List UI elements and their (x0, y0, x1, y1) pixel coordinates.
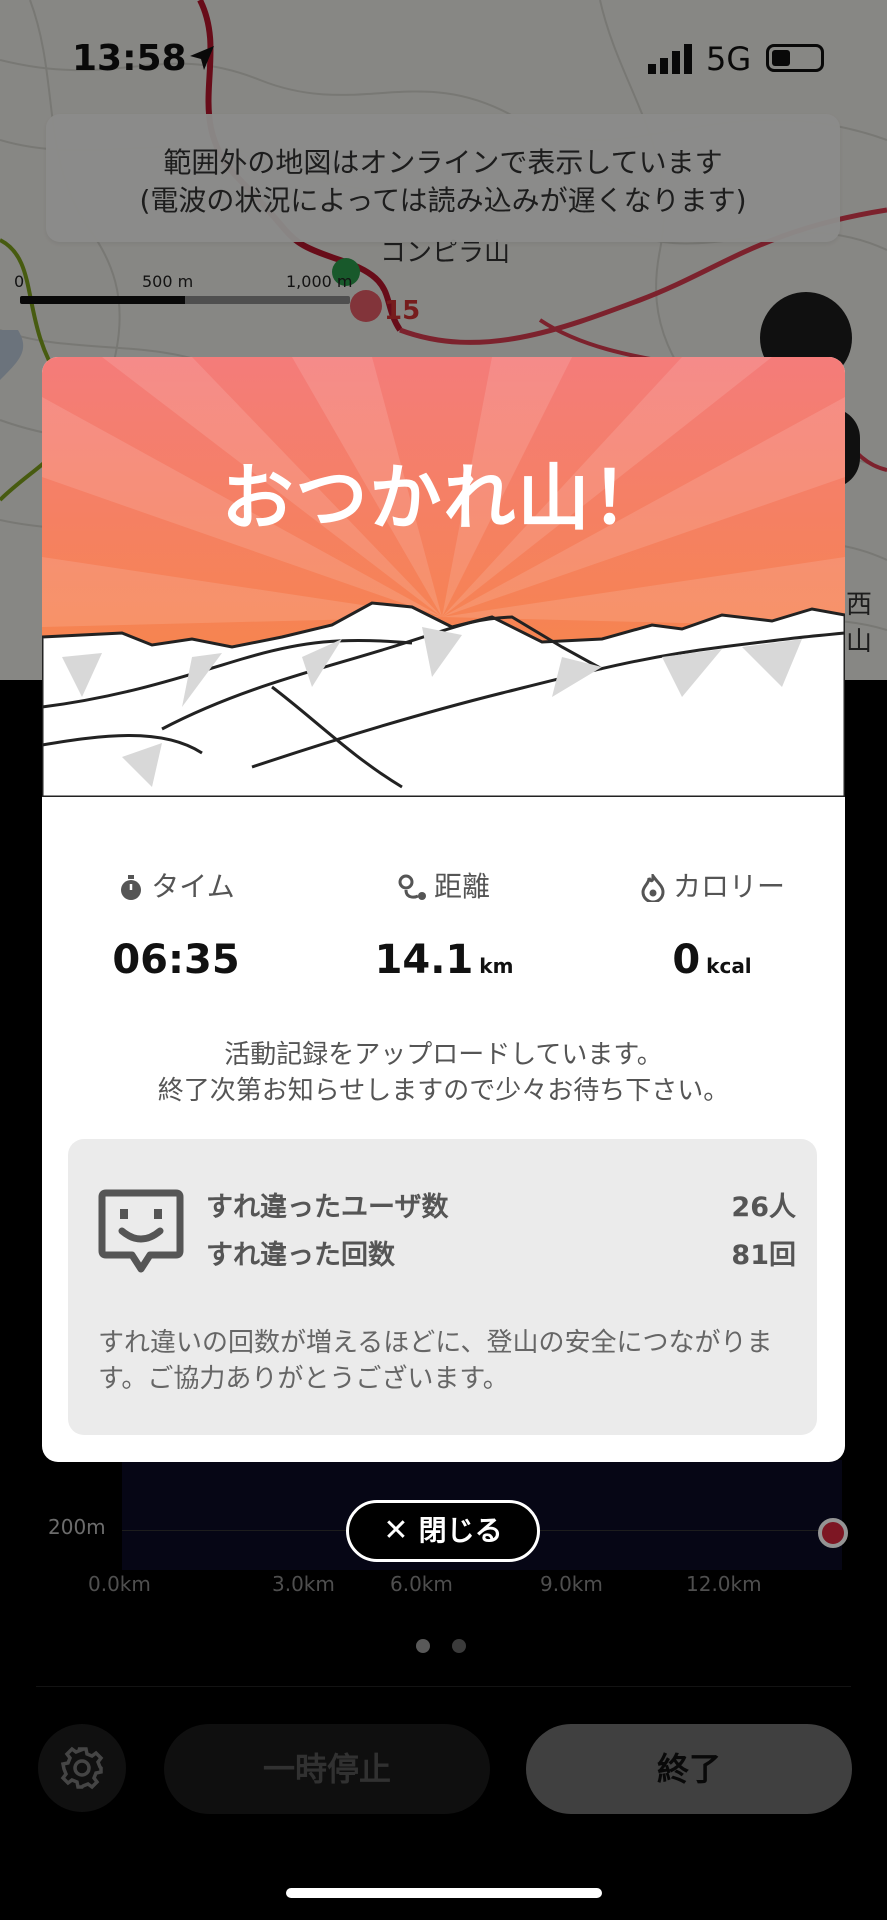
passed-users-value: 26人 (731, 1192, 796, 1223)
passed-count-row: すれ違った回数 81回 (206, 1233, 796, 1272)
stat-distance: 距離 14.1 km (310, 867, 578, 983)
activity-stats: タイム 06:35 距離 14.1 km カロリー 0 kcal (42, 867, 845, 987)
passed-users-label: すれ違ったユーザ数 (206, 1192, 449, 1223)
stat-distance-value: 14.1 (374, 937, 474, 983)
close-button[interactable]: ✕ 閉じる (346, 1500, 540, 1562)
passing-info-box: すれ違ったユーザ数 26人 すれ違った回数 81回 すれ違いの回数が増えるほどに… (68, 1139, 817, 1435)
mountain-sunrise-illustration (42, 357, 845, 797)
upload-line-1: 活動記録をアップロードしています。 (224, 1040, 663, 1070)
stat-time: タイム 06:35 (42, 867, 310, 983)
stat-distance-unit: km (479, 954, 514, 978)
route-pin-icon (398, 874, 426, 900)
passed-count-value: 81回 (731, 1240, 796, 1271)
stat-time-value: 06:35 (112, 937, 240, 983)
smiley-tag-icon (98, 1189, 184, 1273)
passing-note: すれ違いの回数が増えるほどに、登山の安全につながります。ご協力ありがとうございま… (98, 1328, 773, 1394)
passed-count-label: すれ違った回数 (206, 1240, 395, 1271)
stat-calories: カロリー 0 kcal (578, 867, 845, 983)
passed-users-row: すれ違ったユーザ数 26人 (206, 1185, 796, 1224)
home-indicator[interactable] (286, 1888, 602, 1898)
completion-modal: おつかれ山！ タイム 06:35 距離 14.1 km カロリー 0 kcal … (42, 357, 845, 1462)
close-icon: ✕ (383, 1513, 409, 1548)
upload-line-2: 終了次第お知らせしますので少々お待ち下さい。 (157, 1076, 730, 1106)
stat-distance-label: 距離 (433, 870, 490, 903)
flame-icon (641, 871, 665, 904)
stat-calories-value: 0 (672, 937, 701, 983)
upload-message: 活動記録をアップロードしています。 終了次第お知らせしますので少々お待ち下さい。 (42, 1037, 845, 1109)
stopwatch-icon (121, 875, 142, 900)
close-label: 閉じる (418, 1514, 503, 1547)
stat-calories-label: カロリー (672, 870, 785, 903)
stat-time-label: タイム (151, 870, 235, 903)
modal-title: おつかれ山！ (221, 456, 666, 540)
stat-calories-unit: kcal (706, 954, 752, 978)
